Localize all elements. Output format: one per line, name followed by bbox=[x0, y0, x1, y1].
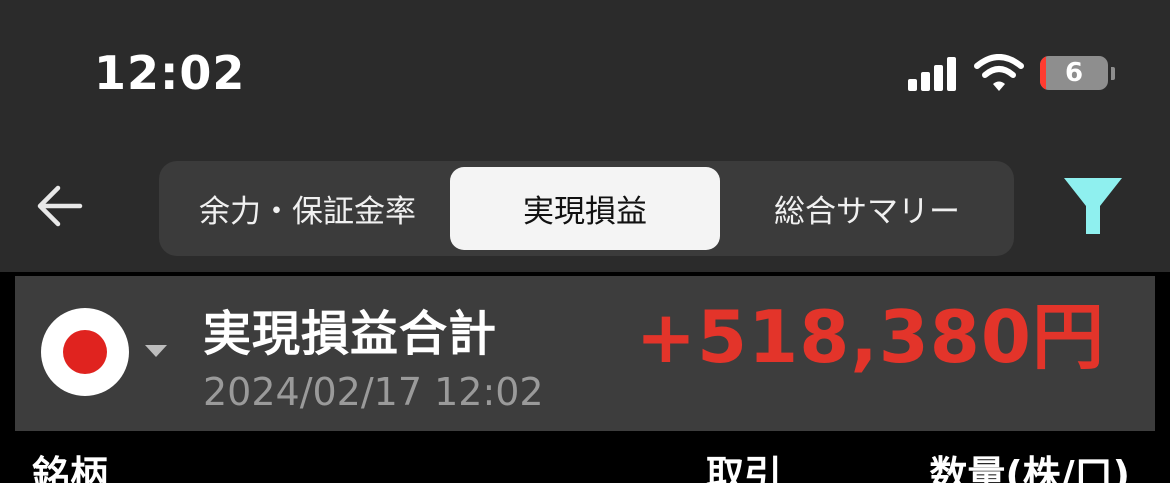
top-bar: 12:02 6 余力・保証金率 実現損益 総合サマリー bbox=[0, 0, 1170, 272]
battery-cap bbox=[1111, 67, 1115, 80]
summary-date: 2024/02/17 12:02 bbox=[203, 370, 544, 414]
flag-sun bbox=[63, 330, 107, 374]
chevron-down-icon[interactable] bbox=[145, 345, 167, 357]
summary-title: 実現損益合計 bbox=[203, 306, 498, 362]
tab-margin-rate[interactable]: 余力・保証金率 bbox=[165, 167, 450, 250]
wifi-icon bbox=[974, 54, 1024, 91]
status-time: 12:02 bbox=[94, 46, 246, 100]
table-header: 銘柄 取引 数量(株/口) bbox=[0, 440, 1170, 483]
column-header-symbol[interactable]: 銘柄 bbox=[32, 444, 108, 483]
column-header-quantity[interactable]: 数量(株/口) bbox=[929, 444, 1130, 483]
app-screen: 12:02 6 余力・保証金率 実現損益 総合サマリー 実現損益合計 2024/… bbox=[0, 0, 1170, 483]
tab-summary[interactable]: 総合サマリー bbox=[726, 167, 1008, 250]
battery-level: 6 bbox=[1064, 58, 1084, 88]
tab-realized-pl[interactable]: 実現損益 bbox=[450, 167, 720, 250]
japan-flag-icon[interactable] bbox=[41, 308, 129, 396]
segmented-tabs: 余力・保証金率 実現損益 総合サマリー bbox=[159, 161, 1014, 256]
cellular-signal-icon bbox=[908, 57, 958, 91]
battery-icon: 6 bbox=[1040, 56, 1108, 90]
column-header-trade[interactable]: 取引 bbox=[706, 444, 782, 483]
realized-pl-summary-card: 実現損益合計 2024/02/17 12:02 +518,380円 bbox=[15, 276, 1155, 431]
arrow-left-icon[interactable] bbox=[34, 180, 86, 232]
summary-amount: +518,380円 bbox=[635, 295, 1105, 379]
filter-funnel-icon[interactable] bbox=[1062, 176, 1124, 236]
